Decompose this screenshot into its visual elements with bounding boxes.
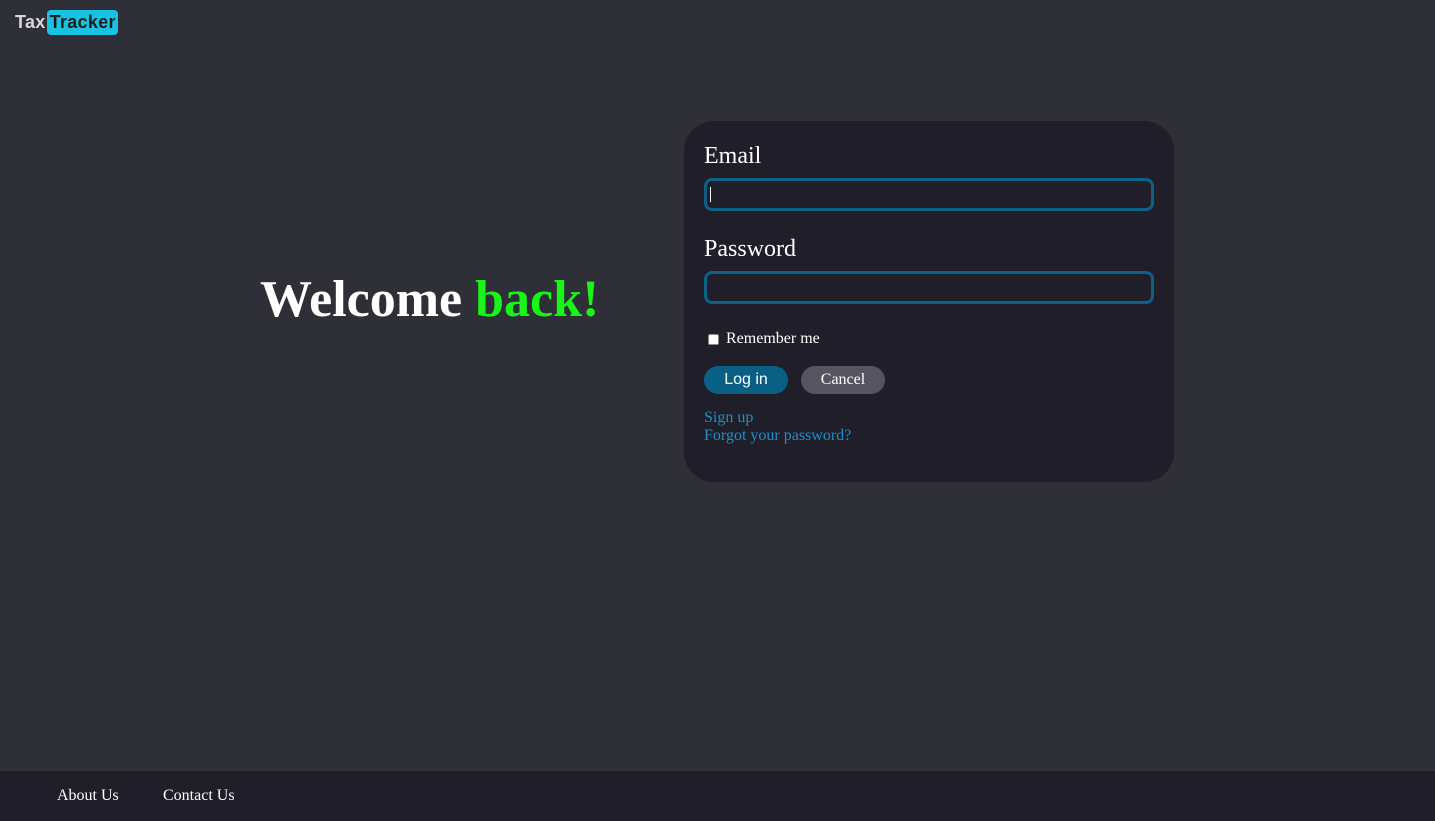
email-field[interactable]: [704, 178, 1154, 211]
auth-links: Sign up Forgot your password?: [704, 409, 851, 445]
remember-me-checkbox[interactable]: [708, 333, 719, 345]
welcome-word: Welcome: [260, 271, 463, 328]
welcome-accent: back!: [475, 271, 600, 328]
login-button[interactable]: Log in: [704, 366, 788, 394]
logo-text-tax: Tax: [15, 12, 46, 32]
cancel-button[interactable]: Cancel: [801, 366, 885, 394]
password-field[interactable]: [704, 271, 1154, 304]
login-card: Email Password Remember me Log in Cancel…: [684, 121, 1174, 482]
footer-link-contact-us[interactable]: Contact Us: [163, 787, 235, 805]
remember-me-row[interactable]: Remember me: [708, 330, 820, 348]
remember-me-label: Remember me: [726, 330, 820, 347]
forgot-password-link[interactable]: Forgot your password?: [704, 427, 851, 445]
login-page: Tax Tracker Welcome back! Email Password…: [0, 0, 1435, 821]
taxtracker-logo[interactable]: Tax Tracker: [15, 10, 118, 35]
signup-link[interactable]: Sign up: [704, 409, 851, 427]
password-label: Password: [704, 236, 797, 262]
footer-link-about-us[interactable]: About Us: [57, 787, 119, 805]
text-caret: [710, 187, 711, 202]
logo-text-tracker: Tracker: [46, 10, 118, 35]
welcome-heading: Welcome back!: [260, 268, 599, 332]
email-label: Email: [704, 143, 762, 169]
footer: About Us Contact Us: [0, 771, 1435, 821]
